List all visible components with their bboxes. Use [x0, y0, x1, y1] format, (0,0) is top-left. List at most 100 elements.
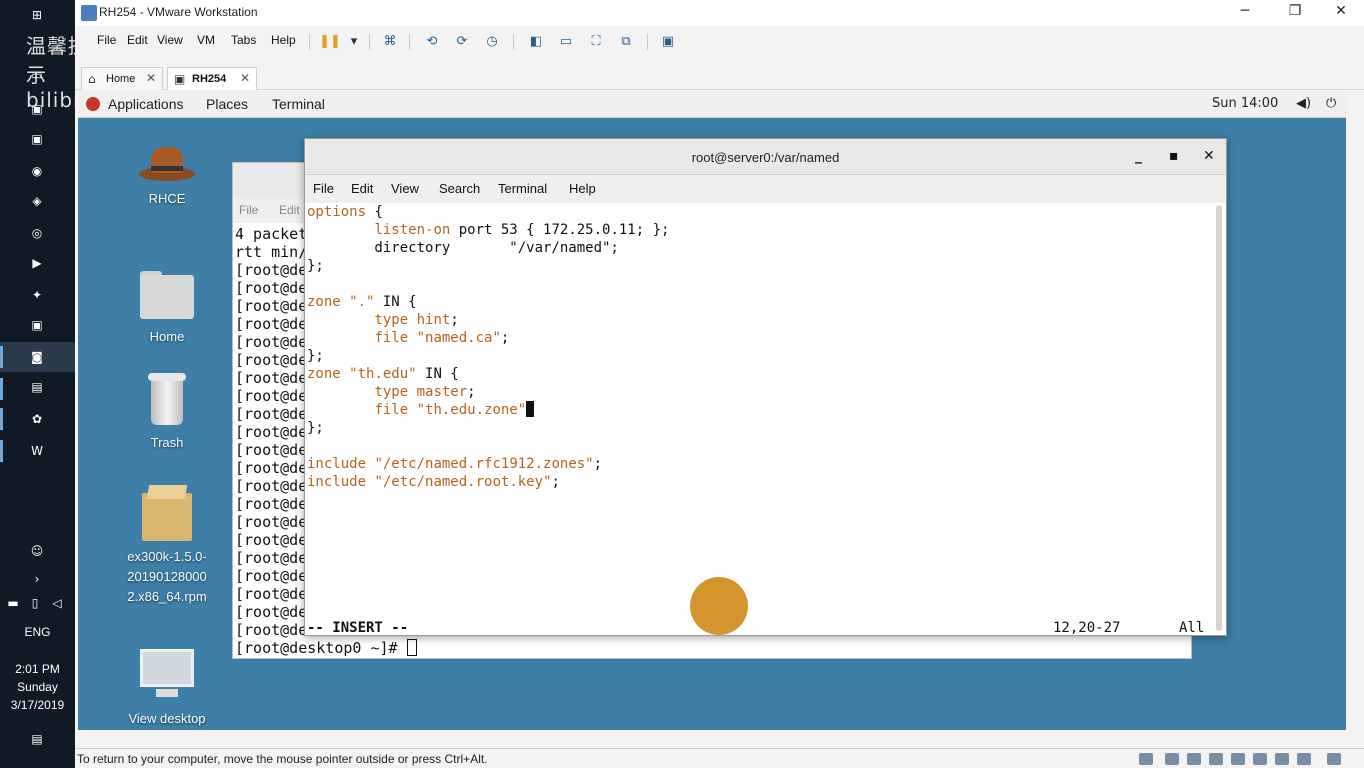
windows-start-icon[interactable]: ⊞	[28, 6, 46, 24]
release-hint: To return to your computer, move the mou…	[77, 752, 488, 766]
sound-device-icon[interactable]	[1275, 753, 1289, 765]
task-marker	[0, 378, 3, 400]
maximize-button[interactable]: ❐	[1275, 3, 1315, 23]
desktop-icon-view-desktop[interactable]: View desktop	[112, 649, 222, 729]
stretch-guest-icon[interactable]: ▣	[657, 32, 679, 50]
chevron-down-icon[interactable]: ▾	[343, 32, 365, 50]
terminal-menu-view[interactable]: View	[391, 181, 419, 196]
desktop-icon-label: RHCE	[148, 191, 186, 206]
terminal-menu-file[interactable]: File	[313, 181, 334, 196]
terminal-titlebar[interactable]: root@server0:/var/named _ ▪ ✕	[305, 139, 1226, 175]
menu-tabs[interactable]: Tabs	[231, 33, 256, 47]
terminal-menu[interactable]: Terminal	[272, 96, 325, 112]
toolbar-divider-2	[369, 34, 370, 50]
chevron-right-icon[interactable]: ›	[28, 570, 46, 588]
bg-menu-edit[interactable]: Edit	[279, 203, 300, 217]
app-icon-3[interactable]: ◈	[28, 192, 46, 210]
media-icon[interactable]: ▶	[28, 254, 46, 272]
vmware-icon[interactable]: ▣	[28, 130, 46, 148]
terminal-menu-help[interactable]: Help	[569, 181, 596, 196]
network-icon[interactable]: ▬	[4, 594, 22, 612]
power-icon[interactable]: ⏻	[1326, 96, 1336, 111]
snapshot-manager-icon[interactable]: ◷	[481, 32, 503, 50]
display-device-icon[interactable]	[1297, 753, 1311, 765]
menu-view[interactable]: View	[157, 33, 183, 47]
places-menu[interactable]: Places	[206, 96, 248, 112]
terminal-menu-terminal[interactable]: Terminal	[498, 181, 547, 196]
terminal-minimize-button[interactable]: _	[1135, 148, 1142, 164]
menu-edit[interactable]: Edit	[127, 33, 148, 47]
vim-scroll-position: All	[1179, 620, 1205, 636]
fullscreen-icon[interactable]: ⛶	[585, 32, 607, 50]
hdd-device-icon[interactable]	[1139, 753, 1153, 765]
minimize-button[interactable]: ─	[1225, 3, 1265, 23]
network-device-icon-3[interactable]	[1231, 753, 1245, 765]
usb-device-icon[interactable]	[1253, 753, 1267, 765]
revert-snapshot-icon[interactable]: ⟳	[451, 32, 473, 50]
menu-help[interactable]: Help	[271, 33, 296, 47]
guest-display[interactable]: Applications Places Terminal Sun 14:00 ◀…	[78, 91, 1346, 730]
terminal-output-line: [root@de	[235, 369, 305, 387]
vim-editor[interactable]: options { listen-on port 53 { 172.25.0.1…	[307, 203, 1212, 636]
terminal-scrollbar[interactable]	[1216, 205, 1222, 631]
terminal-output-line: [root@de	[235, 441, 305, 459]
people-icon[interactable]: ☺	[28, 542, 46, 560]
code-line: type hint;	[374, 312, 459, 328]
active-app-icon[interactable]: ◙	[28, 348, 46, 366]
gnome-foot-icon	[86, 97, 100, 111]
terminal-menu-edit[interactable]: Edit	[351, 181, 373, 196]
battery-icon[interactable]: ▯	[26, 594, 44, 612]
cdrom-device-icon[interactable]	[1165, 753, 1179, 765]
network-device-icon-2[interactable]	[1209, 753, 1223, 765]
bg-menu-file[interactable]: File	[239, 203, 258, 217]
app-icon-6[interactable]: ✿	[28, 410, 46, 428]
app-icon-2[interactable]: ◉	[28, 162, 46, 180]
status-menu-icon[interactable]	[1327, 753, 1341, 765]
mouse-highlight-dot	[690, 577, 748, 635]
unity-icon[interactable]: ⧉	[615, 32, 637, 50]
file-explorer-icon[interactable]: ▤	[28, 378, 46, 396]
desktop-icon-rhce[interactable]: RHCE	[112, 141, 222, 209]
app-icon-4[interactable]: ◎	[28, 224, 46, 242]
desktop-icon-rpm[interactable]: ex300k-1.5.0- 20190128000 2.x86_64.rpm	[112, 485, 222, 607]
menu-file[interactable]: File	[97, 33, 116, 47]
send-ctrl-alt-del-icon[interactable]: ⌘	[379, 32, 401, 50]
tab-home-close-icon[interactable]: ✕	[146, 71, 156, 85]
language-indicator[interactable]: ENG	[0, 623, 75, 641]
network-device-icon[interactable]	[1187, 753, 1201, 765]
package-icon	[142, 485, 192, 541]
tab-rh254-close-icon[interactable]: ✕	[240, 71, 250, 85]
background-terminal-prompt[interactable]: [root@desktop0 ~]#	[235, 639, 417, 657]
desktop-icon-home[interactable]: Home	[112, 271, 222, 347]
code-line: directory "/var/named";	[307, 240, 619, 256]
app-icon-5[interactable]: ✦	[28, 286, 46, 304]
gnome-clock[interactable]: Sun 14:00	[1212, 96, 1278, 111]
terminal-maximize-button[interactable]: ▪	[1169, 148, 1179, 164]
vmware-icon-2[interactable]: ▣	[28, 316, 46, 334]
code-line: zone "." IN {	[307, 294, 417, 310]
app-icon-1[interactable]: ▣	[28, 100, 46, 118]
task-view-icon[interactable]: ▭	[28, 66, 46, 84]
console-view-icon[interactable]: ▭	[555, 32, 577, 50]
notification-icon[interactable]: ▤	[28, 730, 46, 748]
code-line: include "/etc/named.root.key";	[307, 474, 560, 490]
tab-home[interactable]: ⌂ Home ✕	[81, 67, 163, 90]
tab-rh254[interactable]: ▣ RH254 ✕	[167, 67, 257, 90]
terminal-close-button[interactable]: ✕	[1203, 148, 1215, 164]
vim-cursor	[526, 401, 535, 417]
volume-icon[interactable]: ◁	[48, 594, 66, 612]
volume-icon[interactable]: ◀)	[1296, 96, 1311, 111]
desktop-icon-trash[interactable]: Trash	[112, 373, 222, 453]
terminal-output-line: [root@de	[235, 333, 305, 351]
clock-time[interactable]: 2:01 PM	[0, 660, 75, 678]
terminal-output-line: [root@de	[235, 315, 305, 333]
applications-menu[interactable]: Applications	[108, 96, 184, 112]
word-icon[interactable]: W	[28, 442, 46, 460]
menu-vm[interactable]: VM	[197, 33, 215, 47]
terminal-menu-search[interactable]: Search	[439, 181, 480, 196]
snapshot-icon[interactable]: ⟲	[421, 32, 443, 50]
close-button[interactable]: ✕	[1321, 3, 1361, 23]
foreground-terminal-window[interactable]: root@server0:/var/named _ ▪ ✕ File Edit …	[304, 138, 1227, 636]
sidebar-toggle-icon[interactable]: ◧	[525, 32, 547, 50]
pause-icon[interactable]: ❚❚	[319, 32, 341, 50]
